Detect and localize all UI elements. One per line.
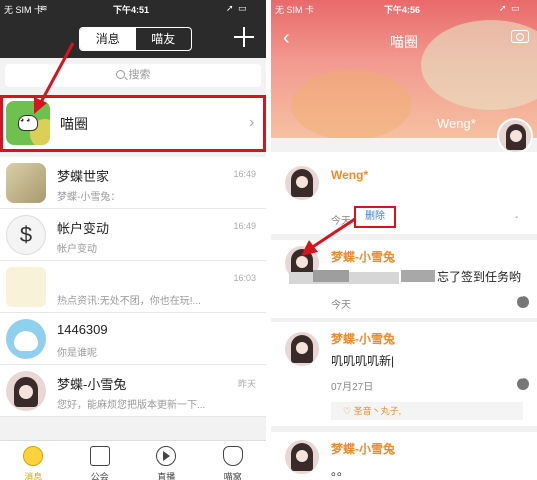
post-author: 梦蝶-小雪兔 bbox=[331, 442, 395, 456]
tab-messages-bottom[interactable]: 消息 bbox=[0, 441, 67, 480]
list-item[interactable]: 热点资讯:无处不团，你也在玩!... 16:03 bbox=[0, 261, 266, 313]
comment-icon[interactable] bbox=[517, 292, 529, 308]
feed-post: 梦蝶-小雪兔 。。 bbox=[271, 432, 537, 480]
chat-icon bbox=[23, 446, 44, 466]
item-preview: 你是谁呢 bbox=[57, 348, 97, 359]
list-item[interactable]: 梦蝶世家 梦蝶-小雪兔： 16:49 bbox=[0, 157, 266, 209]
carrier-text: 无 SIM 卡 bbox=[4, 5, 44, 15]
post-text: 忘了签到任务哟 bbox=[437, 270, 522, 284]
add-icon[interactable] bbox=[233, 26, 255, 48]
delete-button[interactable]: 删除 bbox=[354, 206, 396, 228]
tab-label: 直播 bbox=[157, 472, 176, 480]
tab-label: 消息 bbox=[24, 472, 43, 480]
bottom-tab-bar: 消息 公会 直播 喵窝 bbox=[0, 440, 266, 480]
battery-icon: ▭ bbox=[238, 3, 247, 13]
item-preview: 热点资讯:无处不团，你也在玩!... bbox=[57, 296, 201, 307]
post-author: 梦蝶-小雪兔 bbox=[331, 332, 395, 346]
feed-post: 梦蝶-小雪兔 忘了签到任务哟 今天 bbox=[271, 240, 537, 318]
list-item[interactable]: 梦蝶-小雪兔 您好，能麻烦您把版本更新一下... 昨天 bbox=[0, 365, 266, 417]
tab-friends[interactable]: 喵友 bbox=[136, 28, 192, 50]
post-date: 今天 bbox=[331, 300, 351, 311]
tab-label: 喵窝 bbox=[223, 472, 242, 480]
avatar[interactable] bbox=[285, 166, 319, 200]
play-icon bbox=[156, 446, 177, 466]
clock-text: 下午4:56 bbox=[384, 5, 421, 15]
wifi-icon: ≋ bbox=[40, 3, 48, 13]
carrier-text: 无 SIM 卡 bbox=[275, 5, 315, 15]
messages-header: 无 SIM 卡 ≋ 下午4:51 ➚ ▭ 消息 喵友 bbox=[0, 0, 266, 58]
item-time: 昨天 bbox=[237, 379, 256, 389]
item-name: 帐户变动 bbox=[57, 221, 110, 236]
conversation-list: 梦蝶世家 梦蝶-小雪兔： 16:49 $ 帐户变动 帐户变动 16:49 热点资… bbox=[0, 157, 266, 417]
miaoquan-screen: 无 SIM 卡 下午4:56 ➚ ▭ ‹ 喵圈 Weng* Weng* 今天 -… bbox=[271, 0, 537, 480]
item-time: 16:49 bbox=[233, 221, 256, 231]
avatar[interactable] bbox=[285, 440, 319, 474]
root: 无 SIM 卡 ≋ 下午4:51 ➚ ▭ 消息 喵友 搜索 喵圈 › 梦蝶世家 … bbox=[0, 0, 537, 480]
list-item[interactable]: 1446309 你是谁呢 bbox=[0, 313, 266, 365]
cover-image: 无 SIM 卡 下午4:56 ➚ ▭ ‹ 喵圈 Weng* bbox=[271, 0, 537, 138]
miaoquan-row[interactable]: 喵圈 › bbox=[0, 95, 266, 152]
search-placeholder: 搜索 bbox=[128, 69, 151, 81]
miaoquan-label: 喵圈 bbox=[60, 116, 88, 132]
cover-username: Weng* bbox=[437, 116, 476, 131]
avatar bbox=[6, 371, 46, 411]
page-title: 喵圈 bbox=[390, 34, 418, 50]
cat-icon bbox=[222, 446, 243, 466]
search-bar[interactable]: 搜索 bbox=[5, 64, 261, 87]
chevron-right-icon: › bbox=[249, 114, 255, 131]
likes-bar: ♡ 圣音丶丸子, bbox=[331, 402, 523, 420]
avatar bbox=[6, 319, 46, 359]
item-preview: 您好，能麻烦您把版本更新一下... bbox=[57, 400, 206, 411]
item-preview: 梦蝶-小雪兔： bbox=[57, 192, 121, 203]
tab-messages[interactable]: 消息 bbox=[80, 28, 136, 50]
miaoquan-icon bbox=[6, 101, 50, 145]
guild-icon bbox=[89, 446, 110, 466]
avatar bbox=[6, 163, 46, 203]
tab-live[interactable]: 直播 bbox=[133, 441, 200, 480]
messages-screen: 无 SIM 卡 ≋ 下午4:51 ➚ ▭ 消息 喵友 搜索 喵圈 › 梦蝶世家 … bbox=[0, 0, 266, 480]
own-post: Weng* 今天 - bbox=[271, 152, 537, 234]
camera-icon[interactable] bbox=[511, 30, 529, 43]
search-icon bbox=[115, 70, 125, 79]
post-date: 今天 bbox=[331, 216, 351, 227]
item-preview: 帐户变动 bbox=[57, 244, 97, 255]
post-text: 。。 bbox=[331, 464, 350, 478]
item-name: 梦蝶-小雪兔 bbox=[57, 377, 127, 392]
item-name: 1446309 bbox=[57, 322, 108, 337]
item-time: 16:03 bbox=[233, 273, 256, 283]
location-icon: ➚ bbox=[499, 3, 507, 13]
battery-icon: ▭ bbox=[511, 3, 520, 13]
location-icon: ➚ bbox=[226, 3, 234, 13]
post-author: 梦蝶-小雪兔 bbox=[331, 250, 395, 264]
segment-control: 消息 喵友 bbox=[79, 27, 192, 51]
post-author: Weng* bbox=[331, 168, 369, 182]
post-date: 07月27日 bbox=[331, 382, 374, 393]
post-text: 叽叽叽叽新| bbox=[331, 354, 395, 368]
list-item[interactable]: $ 帐户变动 帐户变动 16:49 bbox=[0, 209, 266, 261]
news-icon bbox=[6, 267, 46, 307]
avatar[interactable] bbox=[285, 332, 319, 366]
clock-text: 下午4:51 bbox=[113, 5, 150, 15]
tab-guild[interactable]: 公会 bbox=[67, 441, 134, 480]
tab-nest[interactable]: 喵窝 bbox=[200, 441, 267, 480]
dollar-icon: $ bbox=[6, 215, 46, 255]
item-time: 16:49 bbox=[233, 169, 256, 179]
item-name: 梦蝶世家 bbox=[57, 169, 110, 184]
feed-post: 梦蝶-小雪兔 叽叽叽叽新| 07月27日 ♡ 圣音丶丸子, bbox=[271, 322, 537, 426]
avatar[interactable] bbox=[497, 118, 533, 154]
tab-label: 公会 bbox=[90, 472, 109, 480]
comment-icon[interactable] bbox=[517, 374, 529, 390]
post-more[interactable]: - bbox=[515, 212, 518, 223]
